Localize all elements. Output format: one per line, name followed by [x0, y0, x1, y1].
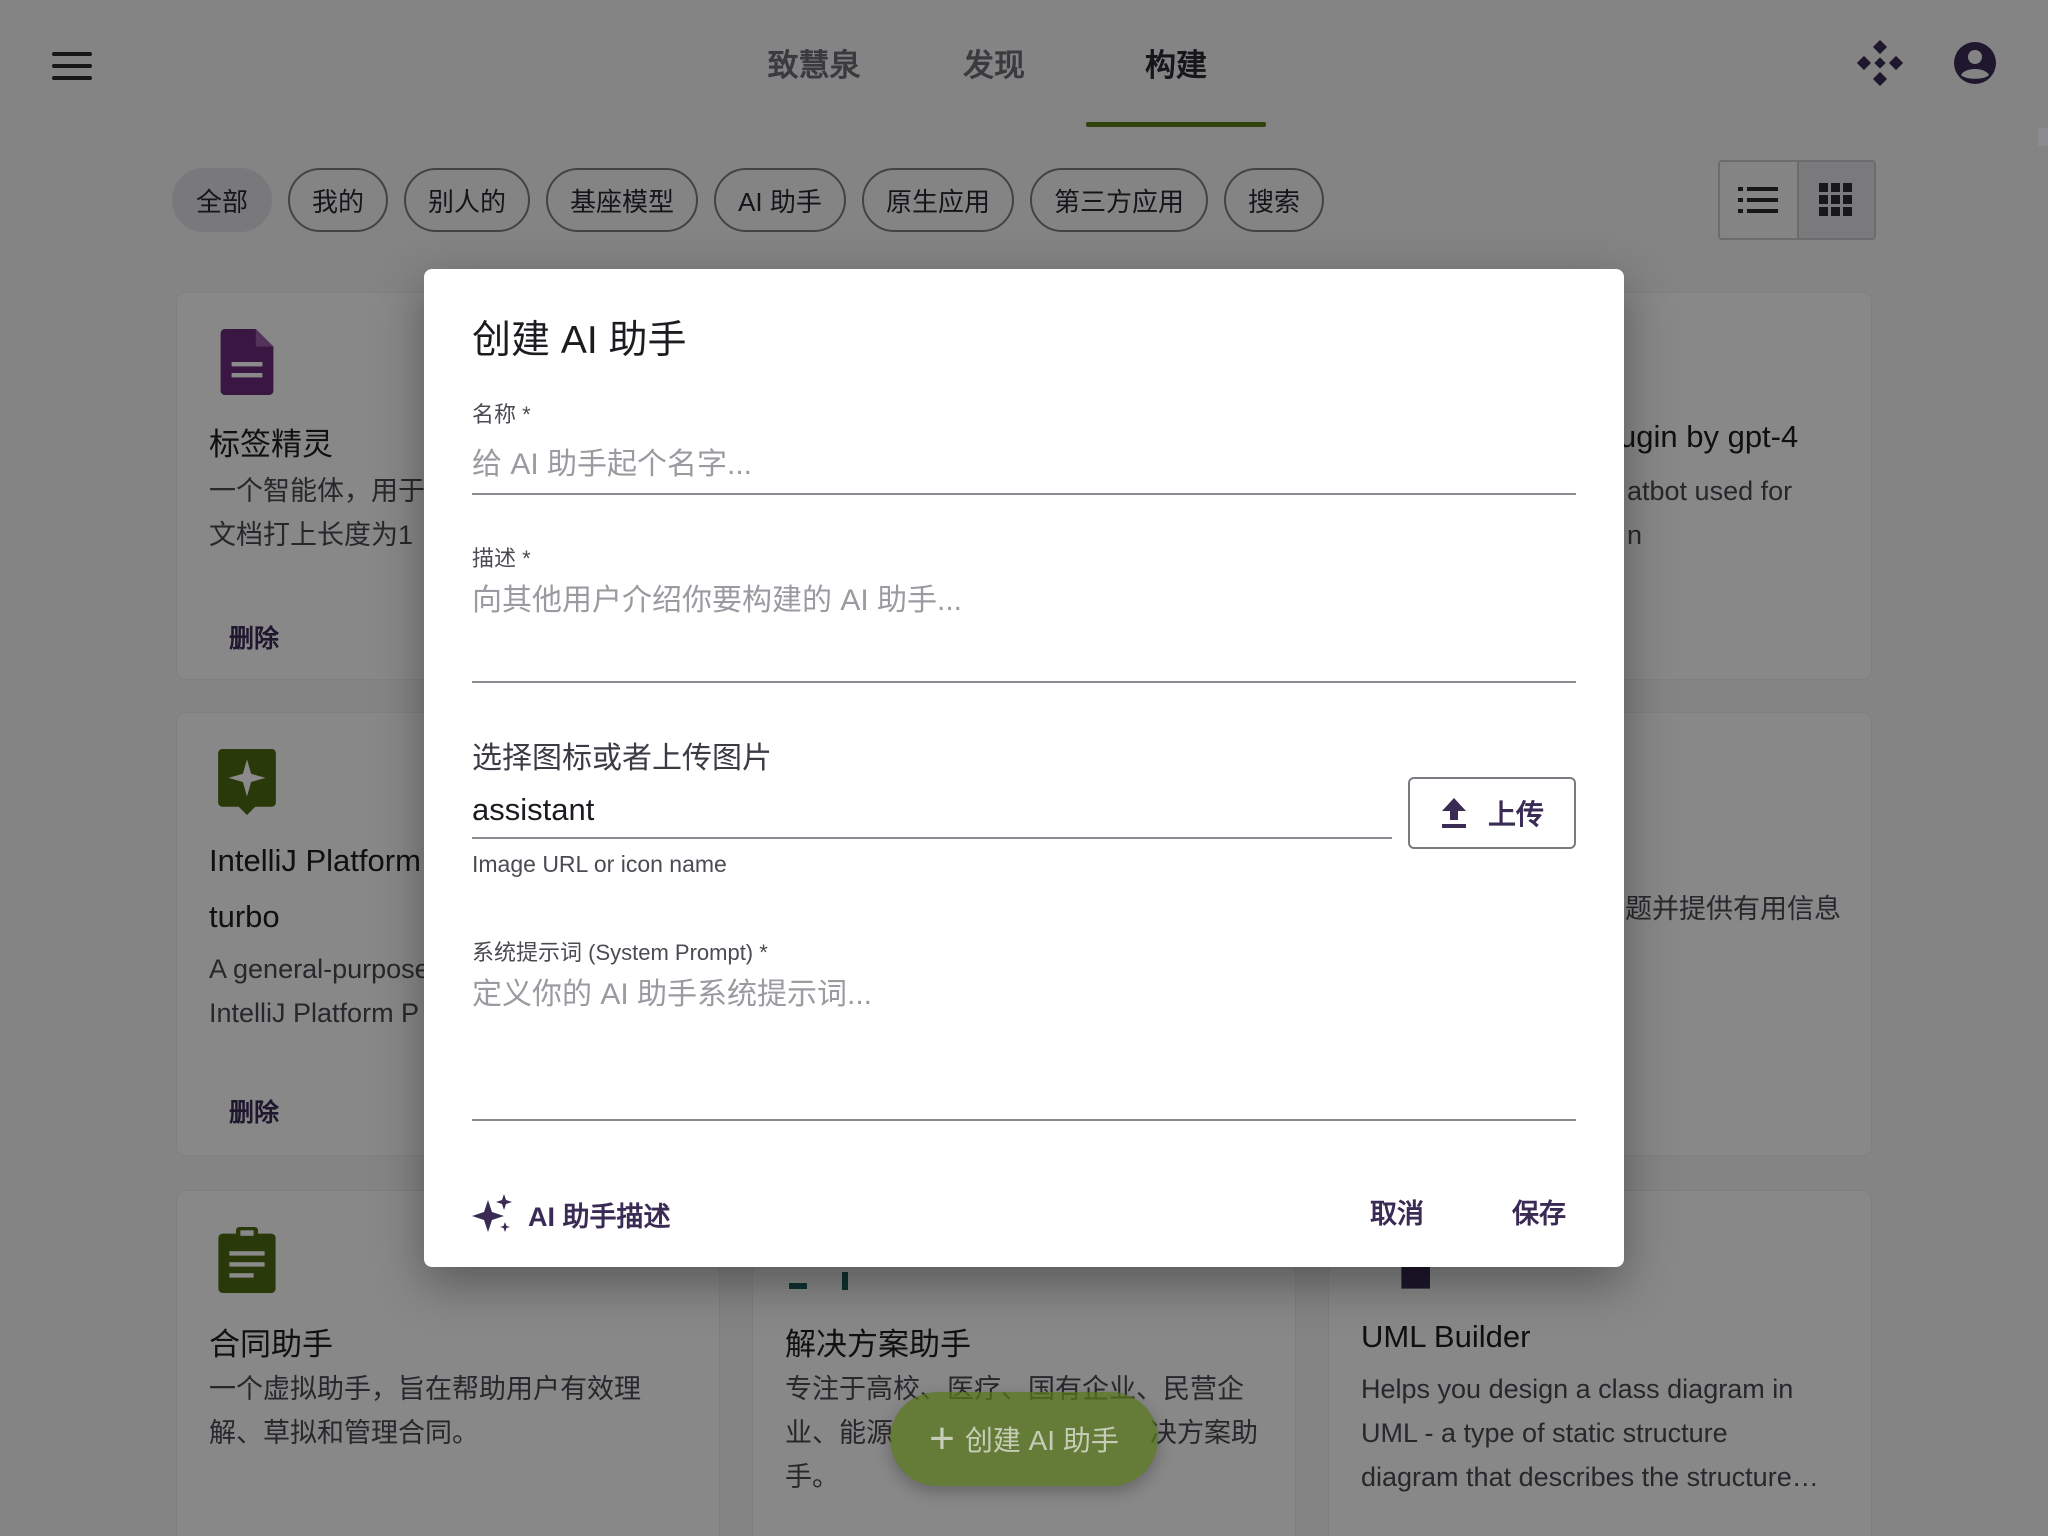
- upload-button-label: 上传: [1487, 799, 1544, 830]
- upload-button[interactable]: 上传: [1408, 777, 1576, 849]
- plus-icon: +: [929, 1414, 955, 1463]
- fab-label: 创建 AI 助手: [964, 1425, 1119, 1456]
- ai-describe-label: AI 助手描述: [528, 1201, 671, 1232]
- system-prompt-field-label: 系统提示词 (System Prompt) *: [472, 940, 768, 965]
- name-field-label: 名称 *: [472, 402, 531, 427]
- description-field-label: 描述 *: [472, 546, 531, 571]
- icon-field-label: 选择图标或者上传图片: [472, 742, 772, 775]
- icon-name-input[interactable]: [472, 783, 1392, 839]
- description-input[interactable]: [472, 581, 1576, 683]
- sparkles-icon: [472, 1194, 512, 1232]
- system-prompt-input[interactable]: [472, 975, 1576, 1121]
- save-button[interactable]: 保存: [1512, 1189, 1566, 1239]
- name-input[interactable]: [472, 437, 1576, 495]
- icon-field-helper: Image URL or icon name: [472, 851, 727, 877]
- dialog-title: 创建 AI 助手: [472, 319, 687, 362]
- ai-describe-button[interactable]: AI 助手描述: [472, 1189, 671, 1239]
- cancel-button[interactable]: 取消: [1370, 1189, 1424, 1239]
- upload-icon: [1441, 798, 1466, 828]
- create-ai-assistant-fab[interactable]: + 创建 AI 助手: [890, 1392, 1158, 1486]
- dialog-footer: AI 助手描述 取消 保存: [472, 1189, 1576, 1239]
- create-assistant-dialog: 创建 AI 助手 名称 * 描述 * 选择图标或者上传图片 Image URL …: [424, 269, 1624, 1267]
- scrollbar-thumb[interactable]: [2038, 128, 2048, 146]
